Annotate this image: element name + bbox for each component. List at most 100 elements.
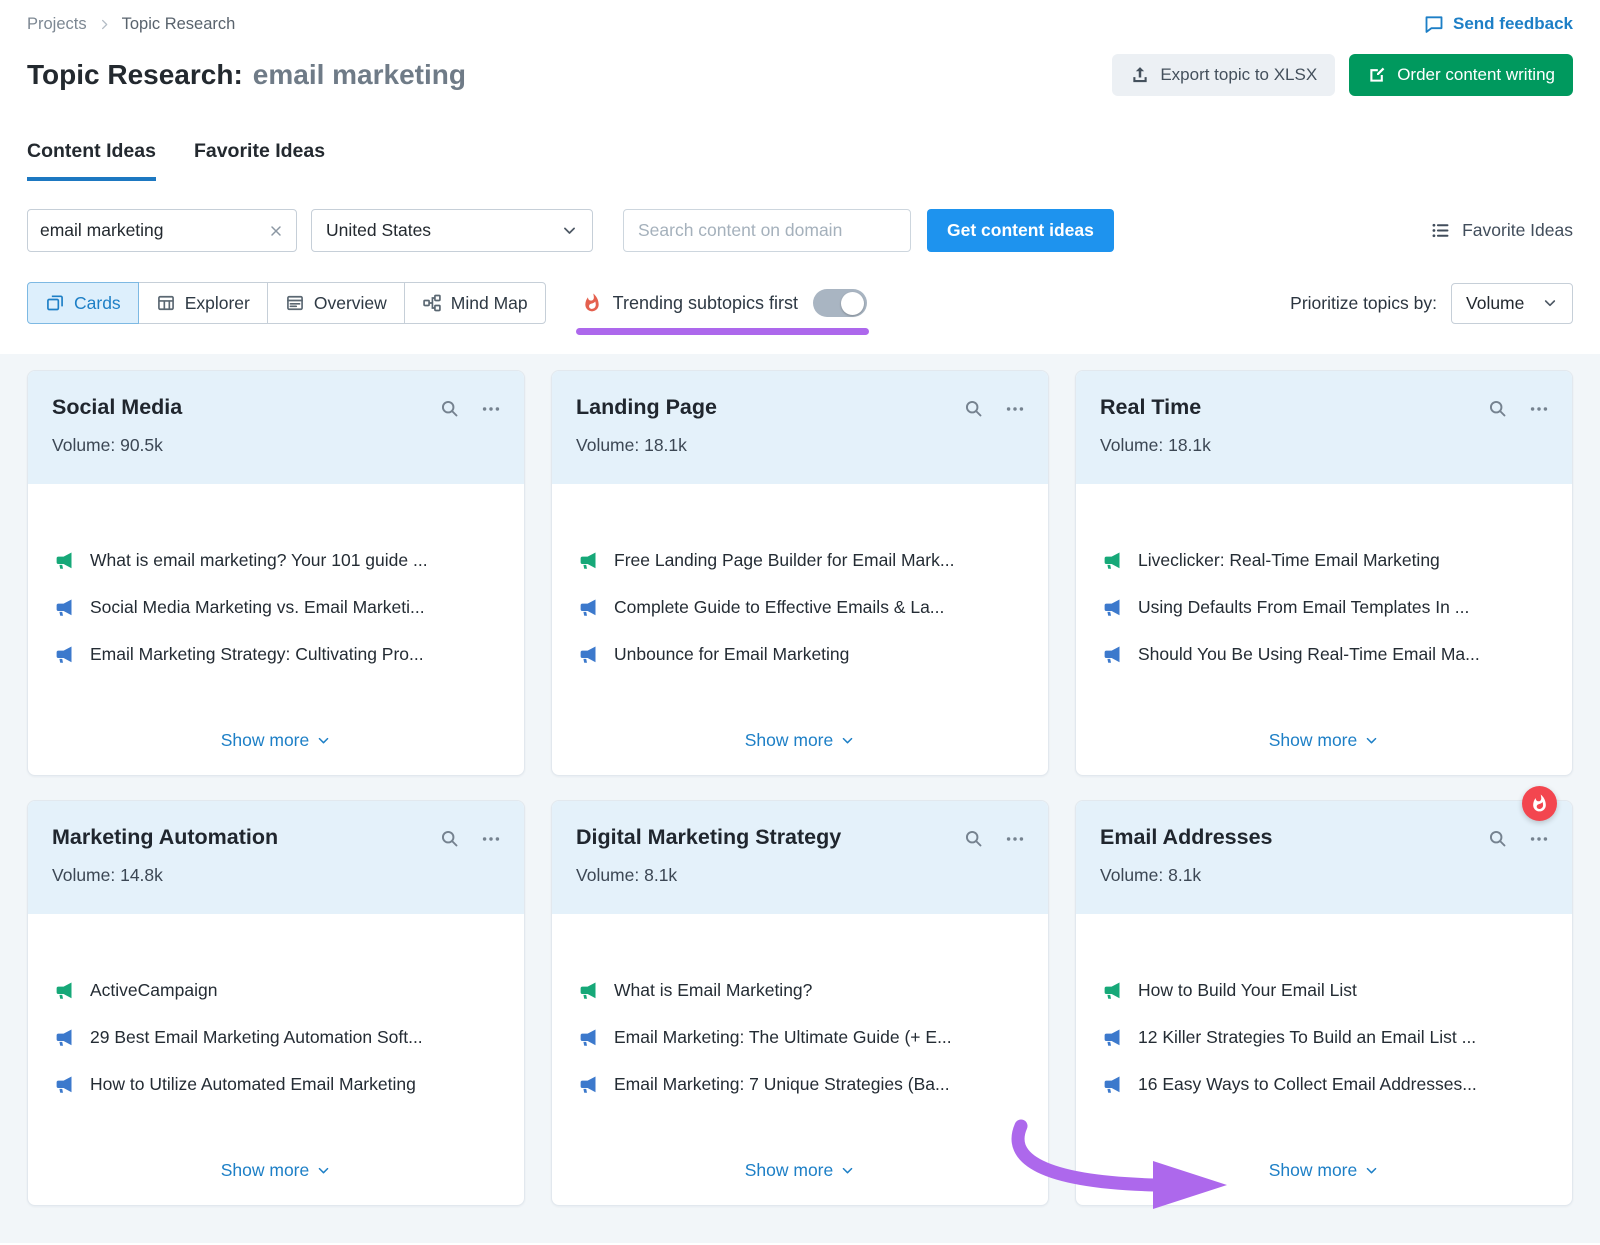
get-content-ideas-button[interactable]: Get content ideas (927, 209, 1114, 252)
content-idea-item[interactable]: What is email marketing? Your 101 guide … (54, 550, 498, 571)
view-mindmap-button[interactable]: Mind Map (404, 282, 546, 324)
card-header: Landing Page Volume: 18.1k (552, 371, 1048, 484)
content-idea-item[interactable]: Complete Guide to Effective Emails & La.… (578, 597, 1022, 618)
card-title: Landing Page (576, 395, 1024, 420)
view-switcher: Cards Explorer Overview Mind Map (27, 282, 546, 324)
show-more-link[interactable]: Show more (221, 730, 332, 751)
content-idea-title: Liveclicker: Real-Time Email Marketing (1138, 550, 1440, 571)
megaphone-icon (54, 597, 75, 618)
card-search-icon[interactable] (1487, 398, 1508, 420)
card-more-icon[interactable] (480, 398, 502, 420)
tabs: Content Ideas Favorite Ideas (0, 140, 1600, 181)
content-idea-item[interactable]: Social Media Marketing vs. Email Marketi… (54, 597, 498, 618)
card-more-icon[interactable] (1528, 398, 1550, 420)
trending-toggle[interactable] (813, 289, 867, 317)
card-search-icon[interactable] (439, 398, 460, 420)
view-overview-button[interactable]: Overview (267, 282, 405, 324)
cards-grid: Social Media Volume: 90.5k What is email… (0, 354, 1600, 1243)
prioritize-select[interactable]: Volume (1451, 283, 1573, 324)
content-idea-title: Complete Guide to Effective Emails & La.… (614, 597, 944, 618)
megaphone-icon (578, 644, 599, 665)
page-title: Topic Research: email marketing (27, 59, 466, 91)
card-more-icon[interactable] (1528, 828, 1550, 850)
card-item-list: What is email marketing? Your 101 guide … (28, 484, 524, 716)
trending-subtopics-control: Trending subtopics first (582, 289, 867, 317)
card-volume: Volume: 8.1k (1100, 865, 1548, 886)
content-idea-item[interactable]: Free Landing Page Builder for Email Mark… (578, 550, 1022, 571)
clear-query-icon[interactable] (268, 223, 284, 239)
card-more-icon[interactable] (1004, 398, 1026, 420)
show-more-link[interactable]: Show more (221, 1160, 332, 1181)
content-idea-item[interactable]: Unbounce for Email Marketing (578, 644, 1022, 665)
content-idea-item[interactable]: How to Utilize Automated Email Marketing (54, 1074, 498, 1095)
content-idea-item[interactable]: Email Marketing Strategy: Cultivating Pr… (54, 644, 498, 665)
send-feedback-link[interactable]: Send feedback (1424, 14, 1573, 34)
breadcrumb-topic-research: Topic Research (122, 15, 236, 34)
table-icon (156, 293, 176, 313)
export-xlsx-button[interactable]: Export topic to XLSX (1112, 54, 1335, 96)
content-idea-title: How to Utilize Automated Email Marketing (90, 1074, 416, 1095)
topic-card-email-addresses: Email Addresses Volume: 8.1k How to Buil… (1075, 800, 1573, 1206)
content-idea-title: Free Landing Page Builder for Email Mark… (614, 550, 954, 571)
view-cards-button[interactable]: Cards (27, 282, 139, 324)
megaphone-icon (54, 644, 75, 665)
content-idea-item[interactable]: What is Email Marketing? (578, 980, 1022, 1001)
tab-content-ideas[interactable]: Content Ideas (27, 140, 156, 181)
view-explorer-button[interactable]: Explorer (138, 282, 268, 324)
tutorial-highlight-underline (576, 328, 869, 335)
show-more-label: Show more (745, 1160, 834, 1181)
content-idea-title: 16 Easy Ways to Collect Email Addresses.… (1138, 1074, 1477, 1095)
card-search-icon[interactable] (439, 828, 460, 850)
content-idea-item[interactable]: ActiveCampaign (54, 980, 498, 1001)
export-xlsx-label: Export topic to XLSX (1160, 65, 1317, 85)
content-idea-title: 12 Killer Strategies To Build an Email L… (1138, 1027, 1476, 1048)
content-idea-item[interactable]: Email Marketing: 7 Unique Strategies (Ba… (578, 1074, 1022, 1095)
topic-query-input[interactable] (40, 220, 268, 241)
card-more-icon[interactable] (480, 828, 502, 850)
content-idea-item[interactable]: 12 Killer Strategies To Build an Email L… (1102, 1027, 1546, 1048)
content-idea-item[interactable]: Liveclicker: Real-Time Email Marketing (1102, 550, 1546, 571)
content-idea-title: Should You Be Using Real-Time Email Ma..… (1138, 644, 1480, 665)
card-search-icon[interactable] (963, 398, 984, 420)
show-more-link[interactable]: Show more (1269, 730, 1380, 751)
card-title: Email Addresses (1100, 825, 1548, 850)
view-cards-label: Cards (74, 293, 121, 314)
content-idea-item[interactable]: Using Defaults From Email Templates In .… (1102, 597, 1546, 618)
prioritize-select-value: Volume (1466, 293, 1524, 314)
card-more-icon[interactable] (1004, 828, 1026, 850)
content-idea-item[interactable]: Email Marketing: The Ultimate Guide (+ E… (578, 1027, 1022, 1048)
megaphone-icon (1102, 980, 1123, 1001)
show-more-link[interactable]: Show more (745, 730, 856, 751)
domain-search-input[interactable] (623, 209, 911, 252)
card-header: Marketing Automation Volume: 14.8k (28, 801, 524, 914)
tab-favorite-ideas[interactable]: Favorite Ideas (194, 140, 325, 181)
show-more-link[interactable]: Show more (1269, 1160, 1380, 1181)
content-idea-title: Social Media Marketing vs. Email Marketi… (90, 597, 425, 618)
content-idea-item[interactable]: 16 Easy Ways to Collect Email Addresses.… (1102, 1074, 1546, 1095)
tab-content-ideas-label: Content Ideas (27, 140, 156, 162)
content-idea-title: Using Defaults From Email Templates In .… (1138, 597, 1469, 618)
content-idea-item[interactable]: Should You Be Using Real-Time Email Ma..… (1102, 644, 1546, 665)
content-idea-item[interactable]: How to Build Your Email List (1102, 980, 1546, 1001)
country-select[interactable]: United States (311, 209, 593, 252)
trending-label: Trending subtopics first (613, 293, 798, 314)
page-title-query: email marketing (253, 59, 466, 91)
order-content-writing-button[interactable]: Order content writing (1349, 54, 1573, 96)
megaphone-icon (54, 980, 75, 1001)
megaphone-icon (578, 597, 599, 618)
megaphone-icon (578, 980, 599, 1001)
page-header: Topic Research: email marketing Export t… (0, 34, 1600, 96)
content-idea-item[interactable]: 29 Best Email Marketing Automation Soft.… (54, 1027, 498, 1048)
card-search-icon[interactable] (1487, 828, 1508, 850)
content-idea-title: ActiveCampaign (90, 980, 217, 1001)
topic-query-field[interactable] (27, 209, 297, 252)
card-footer: Show more (28, 716, 524, 775)
card-search-icon[interactable] (963, 828, 984, 850)
breadcrumb-projects[interactable]: Projects (27, 15, 87, 34)
favorite-ideas-link[interactable]: Favorite Ideas (1430, 220, 1573, 241)
card-header-icons (439, 398, 502, 420)
card-volume: Volume: 18.1k (1100, 435, 1548, 456)
card-title: Marketing Automation (52, 825, 500, 850)
show-more-link[interactable]: Show more (745, 1160, 856, 1181)
controls-bar: Cards Explorer Overview Mind Map Trendin… (0, 282, 1600, 324)
